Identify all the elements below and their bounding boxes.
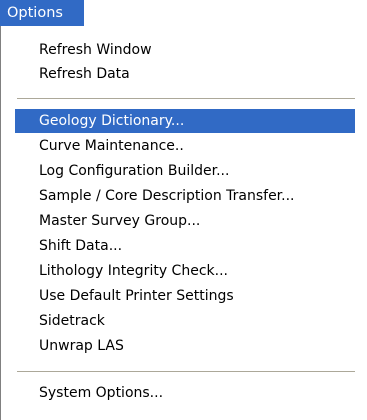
menu-item-shift-data[interactable]: Shift Data... xyxy=(15,234,355,258)
menu-item-log-configuration-builder[interactable]: Log Configuration Builder... xyxy=(15,159,355,183)
menu-item-curve-maintenance[interactable]: Curve Maintenance.. xyxy=(15,134,355,158)
options-menu[interactable]: Options xyxy=(0,0,84,26)
menu-item-refresh-window[interactable]: Refresh Window xyxy=(15,38,355,62)
menu-item-sidetrack[interactable]: Sidetrack xyxy=(15,309,355,333)
menu-item-lithology-integrity-check[interactable]: Lithology Integrity Check... xyxy=(15,259,355,283)
menu-item-sample-core-description-transfer[interactable]: Sample / Core Description Transfer... xyxy=(15,184,355,208)
options-dropdown-menu: Refresh Window Refresh Data Geology Dict… xyxy=(0,26,367,420)
menu-separator xyxy=(17,98,355,99)
menu-separator xyxy=(17,371,355,372)
menu-bar: Options xyxy=(0,0,367,26)
menu-item-system-options[interactable]: System Options... xyxy=(15,381,355,405)
menu-item-refresh-data[interactable]: Refresh Data xyxy=(15,62,355,86)
menu-item-unwrap-las[interactable]: Unwrap LAS xyxy=(15,334,355,358)
menu-item-geology-dictionary[interactable]: Geology Dictionary... xyxy=(15,109,355,133)
menu-item-use-default-printer-settings[interactable]: Use Default Printer Settings xyxy=(15,284,355,308)
menu-item-master-survey-group[interactable]: Master Survey Group... xyxy=(15,209,355,233)
